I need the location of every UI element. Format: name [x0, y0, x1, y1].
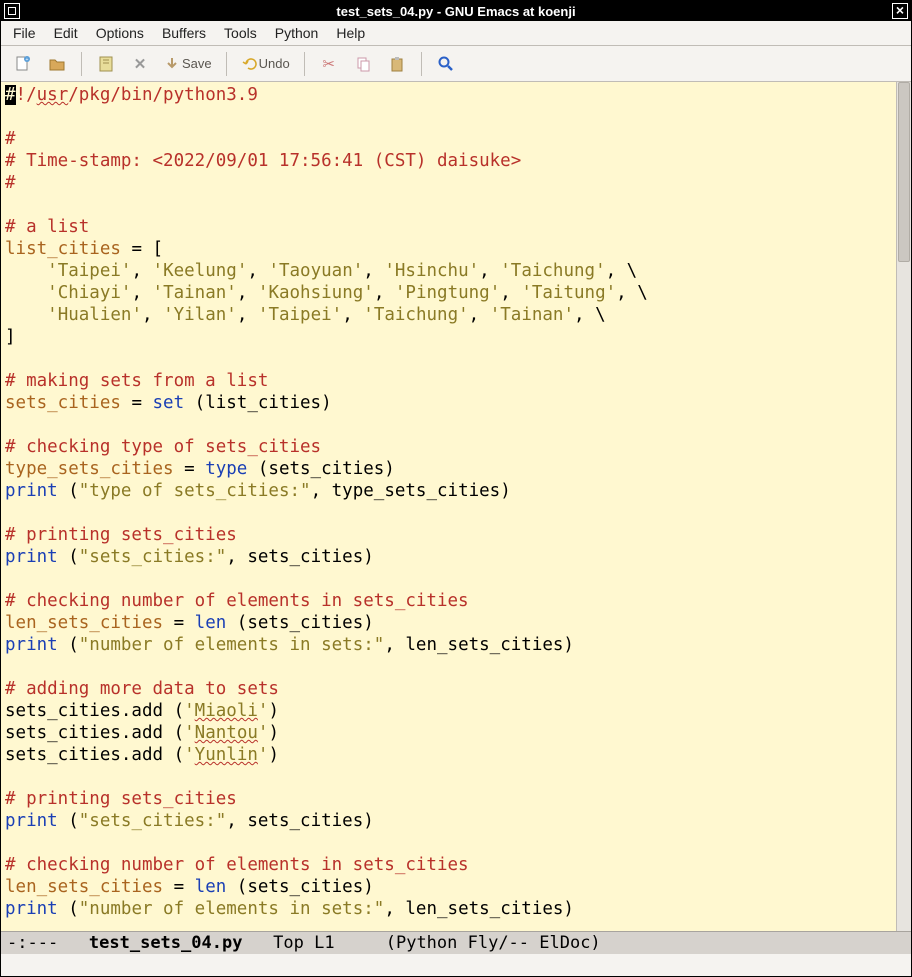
menu-tools[interactable]: Tools	[224, 25, 257, 41]
menu-buffers[interactable]: Buffers	[162, 25, 206, 41]
mode-line[interactable]: -:--- test_sets_04.py Top L1 (Python Fly…	[1, 931, 911, 954]
window-menu-icon[interactable]	[4, 3, 20, 19]
toolbar: + ✕ Save Undo ✂	[1, 46, 911, 82]
toolbar-separator	[304, 52, 305, 76]
close-icon[interactable]: ×	[892, 3, 908, 19]
toolbar-separator	[421, 52, 422, 76]
open-file-icon[interactable]	[43, 50, 71, 78]
kill-buffer-icon[interactable]	[92, 50, 120, 78]
search-icon[interactable]	[432, 50, 460, 78]
paste-icon[interactable]	[383, 50, 411, 78]
minibuffer[interactable]	[1, 954, 911, 976]
toolbar-separator	[226, 52, 227, 76]
save-button[interactable]: Save	[160, 56, 216, 72]
titlebar[interactable]: test_sets_04.py - GNU Emacs at koenji ×	[1, 1, 911, 21]
menu-edit[interactable]: Edit	[54, 25, 78, 41]
undo-button[interactable]: Undo	[237, 56, 294, 72]
toolbar-separator	[81, 52, 82, 76]
close-tab-icon[interactable]: ✕	[126, 50, 154, 78]
text-cursor: #	[5, 85, 16, 105]
source-editor[interactable]: #!/usr/pkg/bin/python3.9 # # Time-stamp:…	[1, 82, 896, 931]
new-file-icon[interactable]: +	[9, 50, 37, 78]
menu-options[interactable]: Options	[96, 25, 144, 41]
editor-area: #!/usr/pkg/bin/python3.9 # # Time-stamp:…	[1, 82, 911, 931]
menu-python[interactable]: Python	[275, 25, 319, 41]
menu-help[interactable]: Help	[336, 25, 365, 41]
emacs-window: test_sets_04.py - GNU Emacs at koenji × …	[0, 0, 912, 977]
menu-file[interactable]: File	[13, 25, 36, 41]
scrollbar-thumb[interactable]	[898, 82, 910, 262]
window-title: test_sets_04.py - GNU Emacs at koenji	[20, 4, 892, 19]
copy-icon[interactable]	[349, 50, 377, 78]
buffer-name: test_sets_04.py	[89, 933, 243, 953]
cut-icon[interactable]: ✂	[315, 50, 343, 78]
vertical-scrollbar[interactable]	[896, 82, 911, 931]
undo-label: Undo	[259, 56, 290, 71]
menubar: File Edit Options Buffers Tools Python H…	[1, 21, 911, 46]
svg-text:+: +	[26, 57, 29, 63]
save-label: Save	[182, 56, 212, 71]
